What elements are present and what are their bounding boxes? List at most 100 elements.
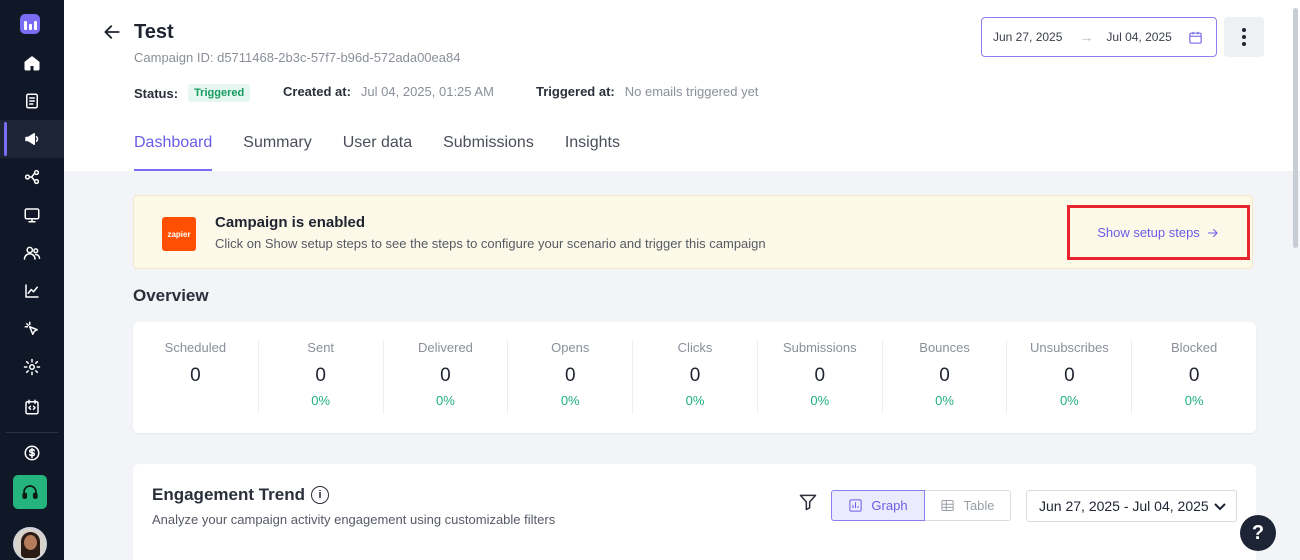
arrow-right-icon: → [1079,29,1094,45]
stat-label: Blocked [1171,340,1218,355]
stat-percent: 0% [436,393,455,408]
more-options-button[interactable] [1224,17,1264,57]
stat-submissions: Submissions 0 0% [756,340,882,414]
analytics-icon[interactable] [0,272,64,310]
stat-percent: 0% [685,393,705,408]
stat-percent: 0% [1184,393,1204,408]
stat-value: 0 [440,365,451,386]
stat-percent: 0% [810,393,830,408]
tab-bar: Dashboard Summary User data Submissions … [134,134,651,171]
avatar[interactable] [13,527,47,560]
stat-value: 0 [939,365,950,386]
banner-title: Campaign is enabled [215,214,366,231]
stat-percent: 0% [311,393,331,408]
engagement-subtitle: Analyze your campaign activity engagemen… [152,512,556,527]
date-range-picker[interactable]: Jun 27, 2025 → Jul 04, 2025 [981,17,1217,57]
banner-description: Click on Show setup steps to see the ste… [215,236,766,251]
stat-value: 0 [315,365,326,386]
calendar-icon [1189,31,1202,44]
arrow-right-icon [1207,228,1218,237]
stat-blocked: Blocked 0 0% [1131,340,1256,414]
dollar-icon[interactable] [0,434,64,472]
headphones-icon[interactable] [13,475,47,509]
stat-label: Delivered [417,340,473,355]
stat-value: 0 [689,365,701,386]
scrollbar[interactable] [1293,8,1298,248]
graph-view-label: Graph [871,498,908,513]
overview-title: Overview [133,286,209,305]
stat-bounces: Bounces 0 0% [881,340,1007,414]
stat-value: 0 [1188,365,1200,386]
sidebar [0,0,64,560]
users-icon[interactable] [0,234,64,272]
stat-label: Opens [551,340,590,355]
table-view-label: Table [963,498,995,513]
stat-scheduled: Scheduled 0 [133,340,258,414]
page-title: Test [134,21,174,43]
stat-value: 0 [190,365,201,386]
engagement-trend-card: Engagement Trend i Analyze your campaign… [133,464,1256,560]
triggered-label: Triggered at: [536,84,615,99]
zapier-logo: zapier [162,217,196,251]
engagement-date-value: Jun 27, 2025 - Jul 04, 2025 [1039,498,1209,514]
tab-insights[interactable]: Insights [565,134,620,171]
stat-clicks: Clicks 0 0% [632,340,757,414]
stat-label: Sent [307,340,335,355]
app-logo[interactable] [20,14,40,34]
overview-stats: Scheduled 0 Sent 0 0% Delivered 0 0% Ope… [133,322,1256,433]
filter-icon[interactable] [798,492,818,512]
table-view-button[interactable]: Table [925,490,1011,521]
triggered-meta: Triggered at: No emails triggered yet [536,84,758,99]
back-arrow-icon[interactable] [102,22,122,42]
campaign-header: Test Campaign ID: d5711468-2b3c-57f7-b96… [64,0,1300,171]
date-to: Jul 04, 2025 [1106,30,1172,44]
graph-view-button[interactable]: Graph [831,490,925,521]
setup-link-label: Show setup steps [1097,225,1200,240]
stat-value: 0 [814,365,826,386]
stat-sent: Sent 0 0% [257,340,383,414]
chevron-down-icon [1214,503,1226,511]
date-from: Jun 27, 2025 [993,30,1063,44]
document-icon[interactable] [0,82,64,120]
code-calendar-icon[interactable] [0,388,64,426]
engagement-title-text: Engagement Trend [152,485,306,504]
stat-label: Scheduled [164,340,227,355]
stat-percent: 0% [935,393,954,408]
integration-banner: zapier Campaign is enabled Click on Show… [133,195,1253,269]
status-label: Status: [134,85,179,101]
stat-value: 0 [1064,365,1075,386]
engagement-title: Engagement Trend i [152,485,330,505]
triggered-value: No emails triggered yet [624,84,759,99]
stat-unsubscribes: Unsubscribes 0 0% [1006,340,1131,414]
stat-opens: Opens 0 0% [507,340,632,414]
screen-icon[interactable] [0,196,64,234]
megaphone-icon[interactable] [0,120,64,158]
status-badge: Triggered [188,84,251,102]
info-icon[interactable]: i [311,486,330,504]
tab-user-data[interactable]: User data [343,134,412,171]
tab-submissions[interactable]: Submissions [443,134,534,171]
stat-label: Bounces [919,340,970,355]
stat-percent: 0% [1059,393,1079,408]
view-toggle: Graph Table [831,490,1011,521]
stat-percent: 0% [560,393,580,408]
created-meta: Created at: Jul 04, 2025, 01:25 AM [283,84,494,99]
campaign-id: Campaign ID: d5711468-2b3c-57f7-b96d-572… [134,50,461,65]
bar-chart-icon [849,499,863,512]
gear-icon[interactable] [0,348,64,386]
stat-label: Submissions [782,340,857,355]
tab-dashboard[interactable]: Dashboard [134,134,213,171]
stat-label: Unsubscribes [1029,340,1109,355]
stat-delivered: Delivered 0 0% [382,340,508,414]
created-value: Jul 04, 2025, 01:25 AM [360,84,494,99]
cursor-click-icon[interactable] [0,310,64,348]
stat-value: 0 [564,365,576,386]
engagement-date-select[interactable]: Jun 27, 2025 - Jul 04, 2025 [1026,490,1237,522]
show-setup-steps-link[interactable]: Show setup steps [1067,205,1250,260]
help-button[interactable]: ? [1240,515,1276,551]
home-icon[interactable] [0,44,64,82]
workflow-icon[interactable] [0,158,64,196]
tab-summary[interactable]: Summary [243,134,311,171]
table-icon [941,500,955,511]
status-meta: Status: Triggered [134,84,251,102]
